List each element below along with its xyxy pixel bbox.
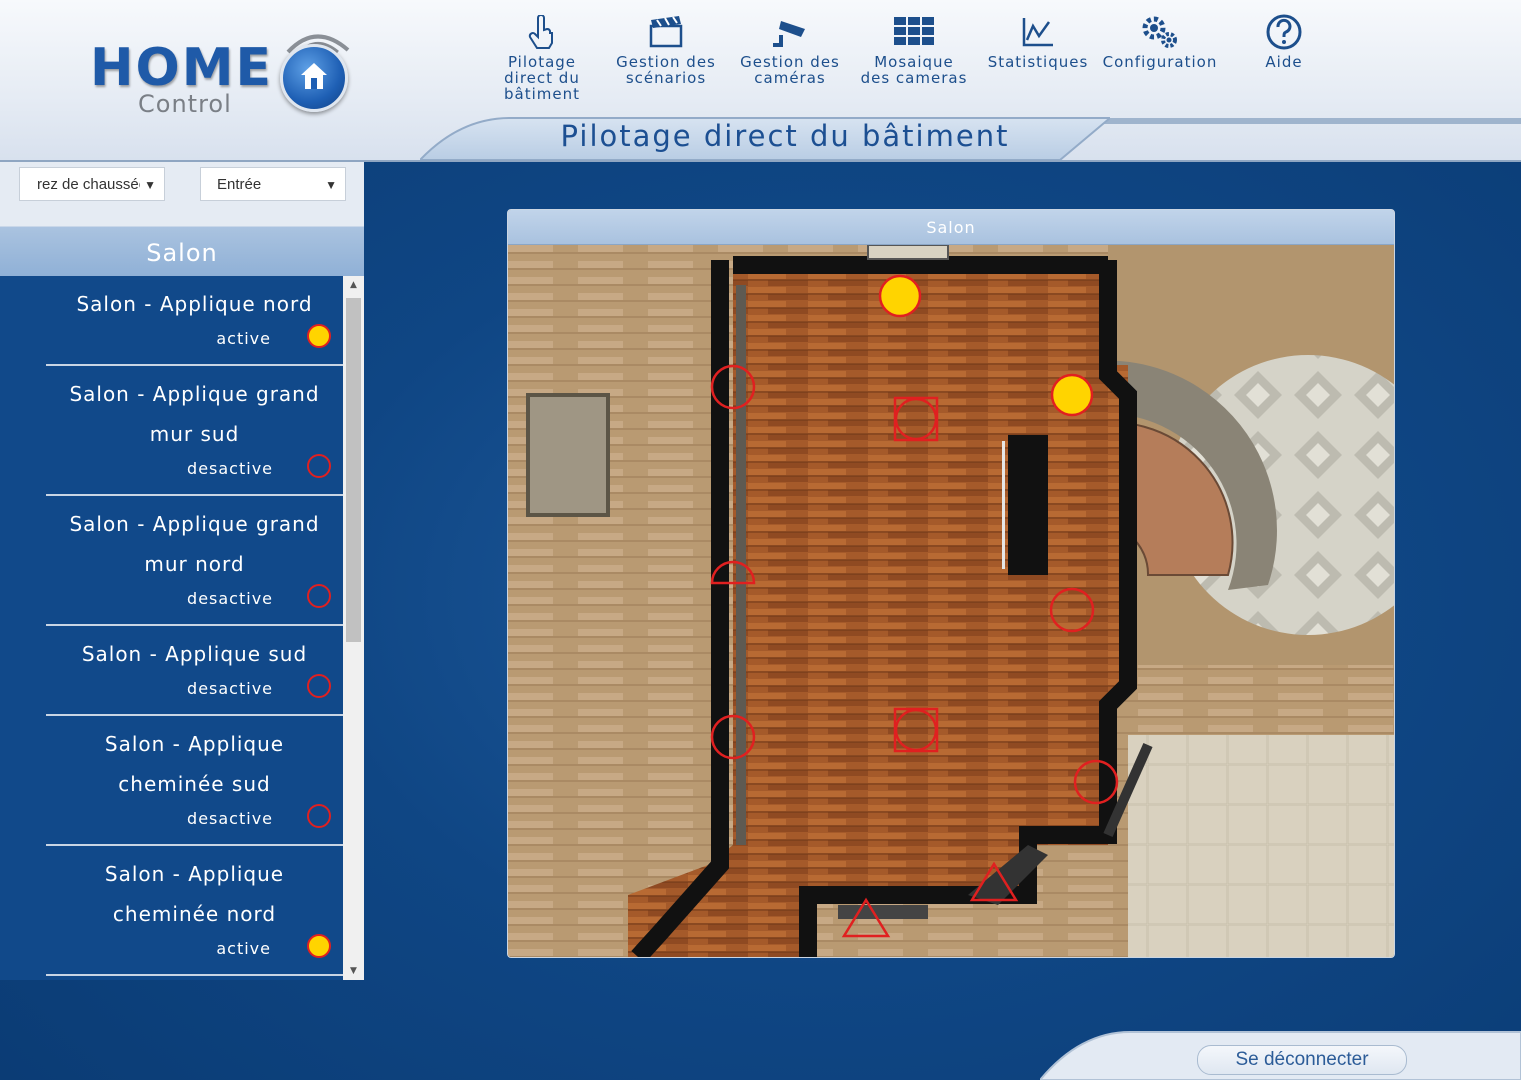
plan-lamp-on-icon[interactable] xyxy=(1050,373,1094,417)
nav-aide[interactable]: Aide xyxy=(1222,10,1346,70)
lamp-on-icon[interactable] xyxy=(307,324,331,348)
plan-lamp-on-icon[interactable] xyxy=(878,274,922,318)
device-state: active xyxy=(216,939,271,958)
nav-mosaique[interactable]: Mosaique des cameras xyxy=(852,10,976,86)
nav-configuration[interactable]: Configuration xyxy=(1098,10,1222,70)
device-item[interactable]: Salon - Applique grand mur sud desactive xyxy=(46,366,343,496)
scroll-up-icon[interactable]: ▲ xyxy=(343,276,364,294)
device-state: desactive xyxy=(187,809,273,828)
lamp-off-icon[interactable] xyxy=(307,584,331,608)
plan-title: Salon xyxy=(508,210,1394,245)
floor-select[interactable]: rez de chaussée ▼ xyxy=(19,167,165,201)
lamp-off-icon[interactable] xyxy=(307,804,331,828)
chart-icon xyxy=(976,10,1100,54)
nav-pilotage[interactable]: Pilotage direct du bâtiment xyxy=(480,10,604,102)
security-camera-icon xyxy=(728,10,852,54)
room-header: Salon xyxy=(0,226,364,277)
device-state: desactive xyxy=(187,589,273,608)
home-control-logo[interactable]: HOME Control xyxy=(90,20,360,130)
device-list: Salon - Applique nord active Salon - App… xyxy=(0,276,343,980)
scroll-down-icon[interactable]: ▼ xyxy=(343,962,364,980)
floor-plan xyxy=(508,245,1394,957)
logo-control-text: Control xyxy=(138,90,232,118)
gears-icon xyxy=(1098,10,1222,54)
selectors: rez de chaussée ▼ Entrée ▼ xyxy=(0,162,364,226)
device-list-scrollbar[interactable]: ▲ ▼ xyxy=(343,276,364,980)
device-item[interactable]: Salon - Applique cheminée sud desactive xyxy=(46,716,343,846)
room-select[interactable]: Entrée ▼ xyxy=(200,167,346,201)
left-panel: rez de chaussée ▼ Entrée ▼ Salon Salon -… xyxy=(0,162,364,980)
device-state: desactive xyxy=(187,679,273,698)
logo-home-text: HOME xyxy=(90,38,273,98)
nav-cameras[interactable]: Gestion des caméras xyxy=(728,10,852,86)
device-item[interactable]: Salon - Applique cheminée nord active xyxy=(46,846,343,976)
logout-button[interactable]: Se déconnecter xyxy=(1197,1045,1407,1075)
device-state: desactive xyxy=(187,459,273,478)
nav-statistiques[interactable]: Statistiques xyxy=(976,10,1100,70)
hand-pointer-icon xyxy=(480,10,604,54)
device-item[interactable]: Salon - Applique grand mur nord desactiv… xyxy=(46,496,343,626)
device-item[interactable]: Salon - Applique sud desactive xyxy=(46,626,343,716)
grid-icon xyxy=(852,10,976,54)
lamp-off-icon[interactable] xyxy=(307,674,331,698)
floor-plan-panel: Salon xyxy=(507,209,1395,958)
chevron-down-icon: ▼ xyxy=(140,168,156,200)
nav-scenarios[interactable]: Gestion des scénarios xyxy=(604,10,728,86)
scroll-thumb[interactable] xyxy=(346,298,361,642)
clapperboard-icon xyxy=(604,10,728,54)
page-title: Pilotage direct du bâtiment xyxy=(560,119,1010,153)
house-icon xyxy=(280,44,348,112)
chevron-down-icon: ▼ xyxy=(325,178,337,192)
device-state: active xyxy=(216,329,271,348)
lamp-off-icon[interactable] xyxy=(307,454,331,478)
help-icon xyxy=(1222,10,1346,54)
lamp-on-icon[interactable] xyxy=(307,934,331,958)
device-item[interactable]: Salon - Applique nord active xyxy=(46,276,343,366)
